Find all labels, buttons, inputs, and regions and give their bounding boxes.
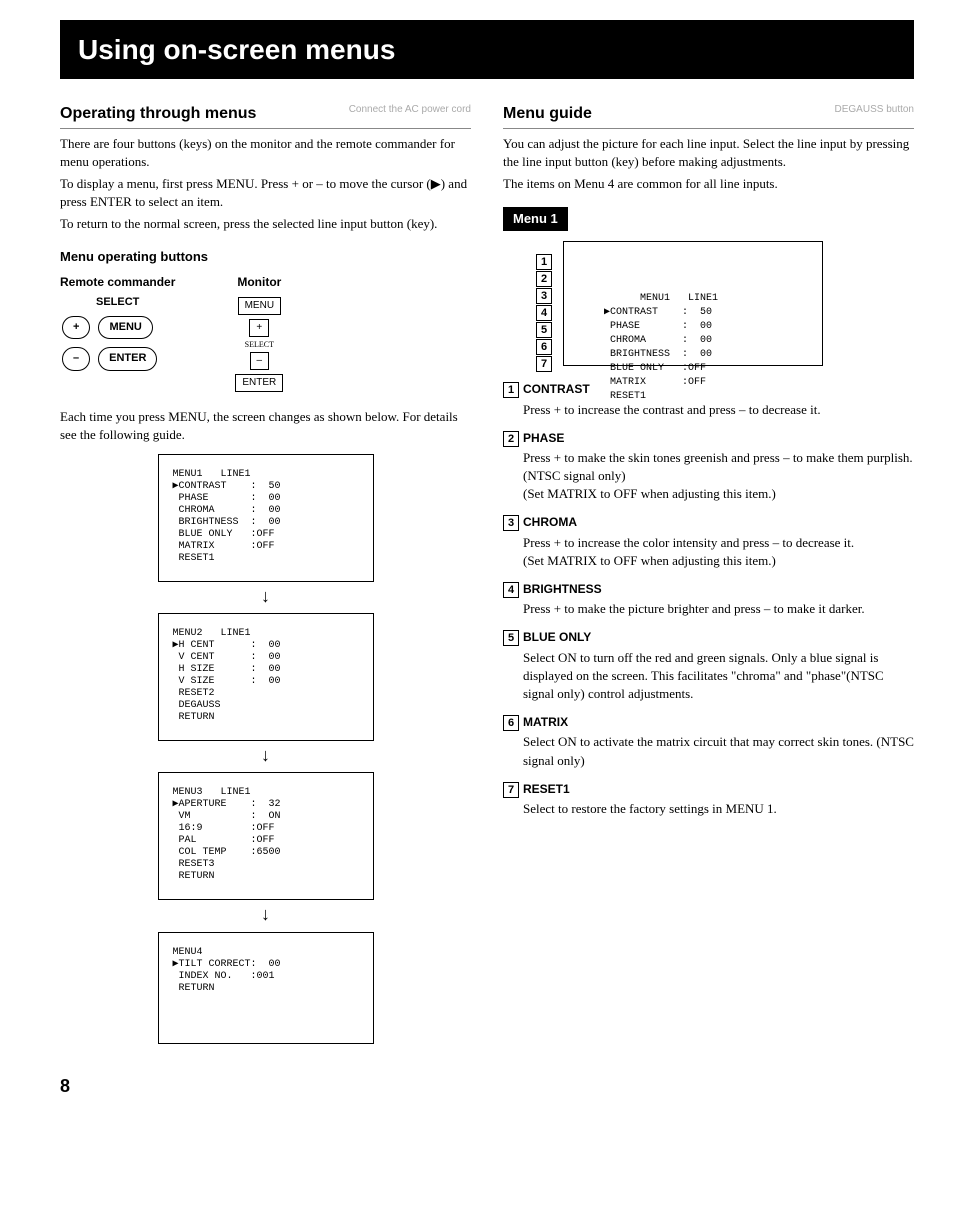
- item-number-box: 4: [503, 582, 519, 598]
- item-description: Select ON to turn off the red and green …: [523, 649, 914, 704]
- item-term: BRIGHTNESS: [523, 582, 602, 596]
- down-arrow-icon: ↓: [261, 743, 270, 768]
- guide-items-list: 1 CONTRAST Press + to increase the contras…: [503, 380, 914, 818]
- item-number-box: 3: [503, 515, 519, 531]
- diagram-text: MENU1 LINE1 ▶CONTRAST : 50 PHASE : 00 CH…: [604, 293, 718, 402]
- item-description: Select to restore the factory settings i…: [523, 800, 914, 818]
- item-term: MATRIX: [523, 715, 568, 729]
- monitor-enter-button: ENTER: [235, 374, 283, 392]
- label-select: SELECT: [60, 295, 175, 310]
- monitor-select-label: SELECT: [245, 339, 274, 350]
- callout-3: 3: [536, 288, 552, 304]
- guide-intro: You can adjust the picture for each line…: [503, 135, 914, 171]
- page-number: 8: [60, 1074, 914, 1099]
- intro-paragraph: There are four buttons (keys) on the mon…: [60, 135, 471, 171]
- guide-item: 6 MATRIX Select ON to activate the matrix …: [503, 713, 914, 770]
- down-arrow-icon: ↓: [261, 584, 270, 609]
- item-number-box: 6: [503, 715, 519, 731]
- label-remote: Remote commander: [60, 274, 175, 291]
- section-heading-text: Menu guide: [503, 105, 592, 122]
- item-term: PHASE: [523, 431, 564, 445]
- callout-4: 4: [536, 305, 552, 321]
- item-term: CONTRAST: [523, 382, 590, 396]
- item-term: RESET1: [523, 782, 570, 796]
- item-description: Press + to make the picture brighter and…: [523, 600, 914, 618]
- monitor-plus-button: +: [249, 319, 269, 337]
- intro-paragraph: To display a menu, first press MENU. Pre…: [60, 175, 471, 211]
- item-number-box: 7: [503, 782, 519, 798]
- guide-intro: The items on Menu 4 are common for all l…: [503, 175, 914, 193]
- callout-6: 6: [536, 339, 552, 355]
- guide-item: 2 PHASE Press + to make the skin tones gre…: [503, 429, 914, 504]
- item-number-box: 2: [503, 431, 519, 447]
- menu1-screen: MENU1 LINE1 ▶CONTRAST : 50 PHASE : 00 CH…: [158, 454, 374, 582]
- guide-item: 3 CHROMA Press + to increase the color int…: [503, 513, 914, 570]
- item-term: CHROMA: [523, 515, 577, 529]
- ghost-overprint: DEGAUSS button: [835, 103, 914, 117]
- menu-sequence: MENU1 LINE1 ▶CONTRAST : 50 PHASE : 00 CH…: [60, 454, 471, 1044]
- item-description: Press + to increase the contrast and pre…: [523, 401, 914, 419]
- callout-7: 7: [536, 356, 552, 372]
- guide-item: 4 BRIGHTNESS Press + to make the picture b…: [503, 580, 914, 618]
- menu1-tab: Menu 1: [503, 207, 568, 231]
- menu-button: MENU: [98, 316, 152, 339]
- subheading-buttons: Menu operating buttons: [60, 248, 471, 266]
- menu2-screen: MENU2 LINE1 ▶H CENT : 00 V CENT : 00 H S…: [158, 613, 374, 741]
- item-number-box: 1: [503, 382, 519, 398]
- left-column: Operating through menus Connect the AC p…: [60, 103, 471, 1043]
- enter-button: ENTER: [98, 347, 157, 370]
- item-term: BLUE ONLY: [523, 630, 591, 644]
- label-monitor: Monitor: [237, 274, 281, 291]
- item-description: Select ON to activate the matrix circuit…: [523, 733, 914, 769]
- callout-5: 5: [536, 322, 552, 338]
- between-paragraph: Each time you press MENU, the screen cha…: [60, 408, 471, 444]
- section-heading-operating: Operating through menus Connect the AC p…: [60, 103, 471, 128]
- menu1-diagram: 1 2 3 4 5 6 7 MENU1 LINE1 ▶CONTRAST : 50…: [563, 241, 823, 366]
- section-heading-guide: Menu guide DEGAUSS button: [503, 103, 914, 128]
- item-number-box: 5: [503, 630, 519, 646]
- right-column: Menu guide DEGAUSS button You can adjust…: [503, 103, 914, 1043]
- item-description: Press + to increase the color intensity …: [523, 534, 914, 570]
- callout-numbers: 1 2 3 4 5 6 7: [536, 254, 556, 372]
- callout-1: 1: [536, 254, 552, 270]
- guide-item: 5 BLUE ONLY Select ON to turn off the red …: [503, 628, 914, 703]
- minus-button: –: [62, 347, 90, 370]
- item-description: Press + to make the skin tones greenish …: [523, 449, 914, 504]
- monitor-menu-button: MENU: [238, 297, 281, 315]
- section-heading-text: Operating through menus: [60, 105, 256, 122]
- guide-item: 7 RESET1 Select to restore the factory set…: [503, 780, 914, 818]
- menu3-screen: MENU3 LINE1 ▶APERTURE : 32 VM : ON 16:9 …: [158, 772, 374, 900]
- button-diagram: Remote commander SELECT + MENU – ENTER M…: [60, 274, 471, 394]
- page-title: Using on-screen menus: [60, 20, 914, 79]
- callout-2: 2: [536, 271, 552, 287]
- plus-button: +: [62, 316, 90, 339]
- intro-paragraph: To return to the normal screen, press th…: [60, 215, 471, 233]
- guide-item: 1 CONTRAST Press + to increase the contras…: [503, 380, 914, 418]
- monitor-minus-button: –: [250, 352, 270, 370]
- down-arrow-icon: ↓: [261, 902, 270, 927]
- ghost-overprint: Connect the AC power cord: [349, 103, 471, 117]
- menu4-screen: MENU4 ▶TILT CORRECT: 00 INDEX NO. :001 R…: [158, 932, 374, 1044]
